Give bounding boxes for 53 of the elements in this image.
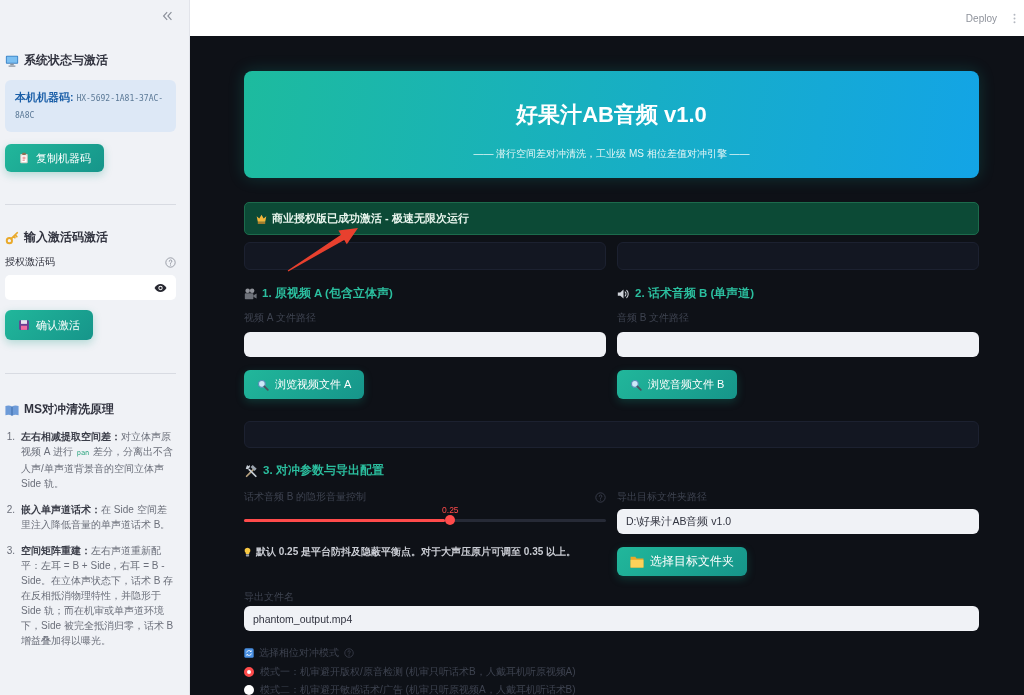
slider-value: 0.25	[442, 505, 459, 515]
file-path-field[interactable]	[244, 332, 606, 357]
activation-code-field[interactable]	[5, 275, 176, 300]
more-menu-button[interactable]	[1011, 12, 1018, 24]
radio-button[interactable]	[244, 666, 254, 677]
help-icon	[595, 491, 606, 503]
help-icon	[165, 256, 176, 268]
app-title: 好果汁AB音频 v1.0	[516, 102, 707, 128]
search-icon	[630, 378, 642, 391]
slider-handle[interactable]	[445, 515, 456, 525]
section-heading: 3. 对冲参数与导出配置	[263, 463, 384, 478]
lightbulb-icon	[244, 547, 251, 557]
file-path-field[interactable]	[617, 332, 979, 357]
machine-code-text: 本机机器码: HX-5692-1A81-37AC-8A8C	[15, 90, 165, 122]
open-book-icon	[5, 402, 19, 417]
film-camera-icon	[244, 287, 257, 300]
more-menu-icon	[1013, 12, 1016, 24]
list-item-text: 空间矩阵重建：左右声道重新配平：左耳 = B + Side，右耳 = B - Side。在立体声状态下，话术 B 存在反相抵消物理特性，并隐形于 Side 轨；而在机审或单声道环境下，Side 被完全抵消归零，话术 B 增益叠加得以曝光。	[21, 544, 175, 648]
app-subtitle: —— 潜行空间差对冲清洗，工业级 MS 相位差值对冲引擎 ——	[473, 147, 750, 161]
confirm-activation-button[interactable]: 确认激活	[5, 310, 93, 340]
section-heading: MS对冲清洗原理	[24, 401, 114, 418]
deploy-button[interactable]: Deploy	[961, 10, 1001, 26]
section-heading: 系统状态与激活	[24, 52, 108, 69]
list-item-text: 嵌入单声道话术：在 Side 空间差里注入降低音量的单声道话术 B。	[21, 503, 172, 532]
section-heading: 1. 原视频 A (包含立体声)	[262, 286, 393, 301]
hint-text: 默认 0.25 是平台防抖及隐蔽平衡点。对于大声压原片可调至 0.35 以上。	[256, 545, 577, 559]
field-label: 授权激活码	[5, 255, 55, 269]
radio-button[interactable]	[244, 684, 254, 695]
collapse-sidebar-button[interactable]	[162, 11, 173, 21]
choose-folder-button[interactable]: 选择目标文件夹	[617, 547, 747, 576]
folder-path-field[interactable]: D:\好果汁AB音频 v1.0	[617, 509, 979, 534]
hammer-wrench-icon	[244, 463, 258, 478]
speaker-icon	[617, 287, 630, 300]
chevrons-left-icon	[162, 11, 173, 21]
list-number: 2.	[5, 503, 16, 517]
folder-icon	[630, 555, 644, 568]
monitor-icon	[5, 53, 19, 68]
file-name-field[interactable]: phantom_output.mp4	[244, 606, 979, 631]
eye-icon	[154, 283, 167, 292]
crown-icon	[256, 213, 267, 224]
section-heading: 2. 话术音频 B (单声道)	[635, 286, 755, 301]
browse-file-button[interactable]: 浏览音频文件 B	[617, 370, 738, 399]
success-message: 商业授权版已成功激活 - 极速无限次运行	[272, 211, 469, 226]
cycle-arrows-icon	[244, 648, 254, 658]
list-number: 1.	[5, 430, 16, 444]
help-icon	[344, 648, 354, 658]
clipboard-icon	[18, 152, 30, 164]
search-icon	[257, 378, 269, 391]
section-heading: 输入激活码激活	[24, 229, 108, 246]
list-number: 3.	[5, 544, 16, 558]
copy-code-button[interactable]: 复制机器码	[5, 144, 104, 172]
browse-file-button[interactable]: 浏览视频文件 A	[244, 370, 365, 399]
key-icon	[5, 230, 19, 245]
